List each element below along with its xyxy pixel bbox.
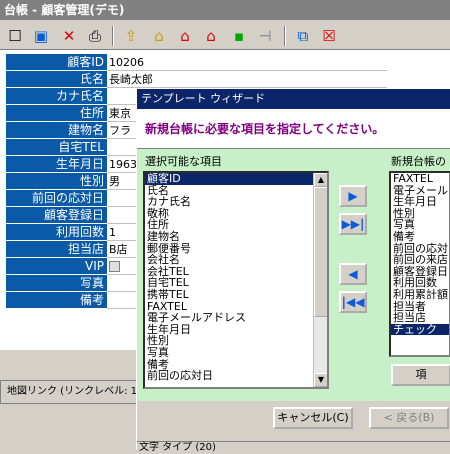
available-list-item[interactable]: 携帯TEL — [145, 289, 327, 301]
window-icon[interactable]: ▪ — [228, 25, 250, 47]
field-label: カナ氏名 — [6, 88, 107, 105]
field-label: 担当店 — [6, 241, 107, 258]
field-label: 自宅TEL — [6, 139, 107, 156]
field-label: 住所 — [6, 105, 107, 122]
scroll-up-icon[interactable]: ▲ — [314, 173, 327, 187]
new-items-label: 新規台帳の — [391, 155, 446, 168]
dialog-instruction: 新規台帳に必要な項目を指定してください。 — [145, 122, 385, 136]
new-list-item[interactable]: 備考 — [391, 231, 449, 243]
available-items-list[interactable]: 顧客ID 氏名 カナ氏名 敬称 住所 建物名 郵便番号 会社名 会社TEL 自宅TEL 携帯TEL F… — [143, 171, 329, 389]
available-list-item[interactable]: 電子メールアドレス — [145, 312, 327, 324]
new-list-item[interactable]: 前回の来店 — [391, 254, 449, 266]
cancel-button[interactable]: キャンセル(C) — [273, 407, 353, 429]
scroll-down-icon[interactable]: ▼ — [314, 373, 327, 387]
field-label: 前回の応対日 — [6, 190, 107, 207]
new-items-container: FAXTEL 電子メール 生年月日 性別 写真 備考 前回の応対 前回の来店 顧客登録日 利用回数… — [391, 173, 449, 336]
available-list-item[interactable]: 性別 — [145, 335, 327, 347]
field-label: 顧客ID — [6, 54, 107, 71]
item-button[interactable]: 項 — [391, 364, 450, 386]
back-button[interactable]: < 戻る(B) — [369, 407, 449, 429]
map-link-status: 地図リンク (リンクレベル: 101) — [0, 380, 140, 404]
print-icon[interactable]: ⎙ — [84, 25, 106, 47]
field-value[interactable]: 長崎太郎 — [107, 71, 387, 88]
field-label: 性別 — [6, 173, 107, 190]
available-list-scrollbar[interactable]: ▲ ▼ — [313, 173, 327, 387]
field-label: 備考 — [6, 292, 107, 309]
add-item-button[interactable]: ▶ — [339, 185, 367, 207]
available-items-container: 顧客ID 氏名 カナ氏名 敬称 住所 建物名 郵便番号 会社名 会社TEL 自宅TEL 携帯TEL F… — [145, 173, 327, 382]
window-title: 台帳 - 顧客管理(デモ) — [0, 0, 450, 20]
delete-icon[interactable]: ✕ — [58, 25, 80, 47]
field-label: VIP — [6, 258, 107, 275]
pin-icon[interactable]: ⊣ — [254, 25, 276, 47]
remove-item-button[interactable]: ◀ — [339, 263, 367, 285]
toolbar-separator — [112, 26, 114, 46]
folder-up-icon[interactable]: ⇪ — [120, 25, 142, 47]
toolbar-separator — [284, 26, 286, 46]
available-list-item[interactable]: 敬称 — [145, 208, 327, 220]
scroll-thumb[interactable] — [314, 187, 327, 317]
new-icon[interactable]: ☐ — [4, 25, 26, 47]
available-list-item[interactable]: 写真 — [145, 347, 327, 359]
field-value[interactable]: 10206 — [107, 54, 387, 71]
field-label: 氏名 — [6, 71, 107, 88]
new-list-item[interactable]: 利用累計額 — [391, 289, 449, 301]
dialog-footer: キャンセル(C) < 戻る(B) — [137, 401, 450, 441]
field-label: 写真 — [6, 275, 107, 292]
close-icon[interactable]: ☒ — [318, 25, 340, 47]
field-customer-id: 顧客ID 10206 — [6, 54, 387, 71]
field-name: 氏名 長崎太郎 — [6, 71, 387, 88]
vip-checkbox[interactable] — [109, 260, 120, 272]
dialog-status: 文字 タイプ (20) — [137, 441, 450, 453]
new-items-list[interactable]: FAXTEL 電子メール 生年月日 性別 写真 備考 前回の応対 前回の来店 顧客登録日 利用回数… — [389, 171, 450, 357]
new-list-item[interactable]: チェック — [391, 324, 449, 336]
available-list-item[interactable]: 顧客ID — [145, 173, 327, 185]
remove-all-items-button[interactable]: |◀◀ — [339, 291, 367, 313]
available-list-item[interactable]: 建物名 — [145, 231, 327, 243]
available-list-item[interactable]: 会社名 — [145, 254, 327, 266]
save-icon[interactable]: ▣ — [30, 25, 52, 47]
field-label: 建物名 — [6, 122, 107, 139]
field-label: 利用回数 — [6, 224, 107, 241]
available-items-label: 選択可能な項目 — [145, 155, 222, 168]
new-list-item[interactable]: 担当店 — [391, 312, 449, 324]
home-delete-icon[interactable]: ⌂ — [200, 25, 222, 47]
field-label: 顧客登録日 — [6, 207, 107, 224]
available-list-item[interactable]: 前回の応対日 — [145, 370, 327, 382]
home-add-icon[interactable]: ⌂ — [174, 25, 196, 47]
available-list-item[interactable]: 生年月日 — [145, 324, 327, 336]
add-all-items-button[interactable]: ▶▶| — [339, 213, 367, 235]
new-list-item[interactable]: FAXTEL — [391, 173, 449, 185]
dialog-title: テンプレート ウィザード — [137, 89, 450, 109]
available-list-item[interactable]: カナ氏名 — [145, 196, 327, 208]
home-icon[interactable]: ⌂ — [148, 25, 170, 47]
dialog-body: 選択可能な項目 新規台帳の 顧客ID 氏名 カナ氏名 敬称 住所 建物名 郵便番号 会社名 会社… — [137, 149, 450, 401]
field-label: 生年月日 — [6, 156, 107, 173]
toolbar: ☐ ▣ ✕ ⎙ ⇪ ⌂ ⌂ ⌂ ▪ ⊣ ⧉ ☒ — [0, 22, 450, 50]
copy-icon[interactable]: ⧉ — [292, 25, 314, 47]
dialog-header: 新規台帳に必要な項目を指定してください。 — [137, 109, 450, 149]
template-wizard-dialog: テンプレート ウィザード 新規台帳に必要な項目を指定してください。 選択可能な項… — [136, 88, 450, 453]
